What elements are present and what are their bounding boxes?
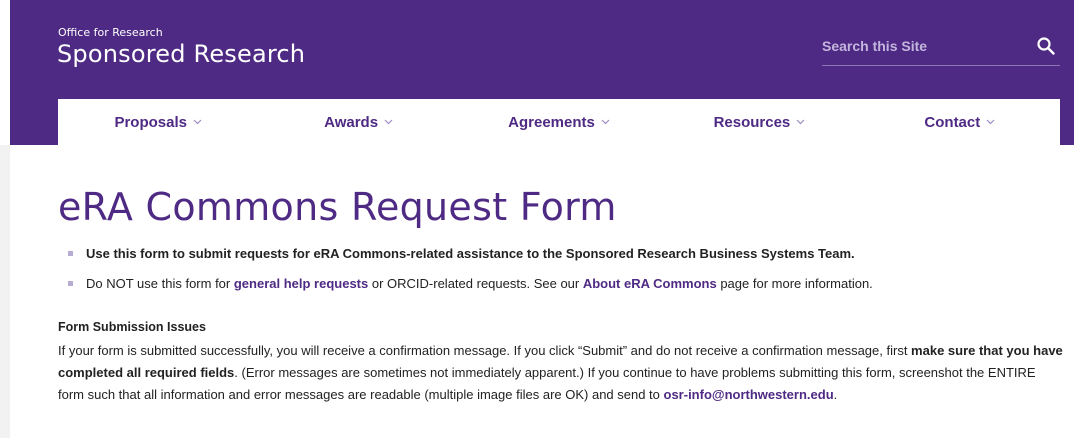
nav-label: Contact — [924, 113, 981, 131]
paragraph-text: . — [833, 387, 838, 402]
bullet-text: or ORCID-related requests. See our — [368, 276, 583, 291]
nav-label: Agreements — [508, 113, 595, 131]
bullet-text: Do NOT use this form for — [86, 276, 234, 291]
search-icon[interactable] — [1036, 36, 1056, 56]
bullet-text: page for more information. — [716, 276, 873, 291]
nav-label: Proposals — [114, 113, 187, 131]
chevron-down-icon — [384, 119, 393, 125]
nav-awards[interactable]: Awards — [258, 99, 458, 145]
site-title[interactable]: Sponsored Research — [57, 40, 305, 68]
section-heading: Form Submission Issues — [58, 320, 206, 334]
office-for-research-label[interactable]: Office for Research — [58, 26, 163, 39]
nav-resources[interactable]: Resources — [659, 99, 859, 145]
chevron-down-icon — [796, 119, 805, 125]
email-link[interactable]: osr-info@northwestern.edu — [664, 387, 834, 402]
search-box[interactable]: Search this Site — [822, 36, 1060, 66]
search-input[interactable]: Search this Site — [822, 38, 927, 54]
chevron-down-icon — [193, 119, 202, 125]
about-era-commons-link[interactable]: About eRA Commons — [583, 276, 717, 291]
nav-agreements[interactable]: Agreements — [459, 99, 659, 145]
general-help-requests-link[interactable]: general help requests — [234, 276, 368, 291]
left-gutter — [0, 145, 10, 438]
list-item: Use this form to submit requests for eRA… — [68, 245, 1068, 275]
nav-label: Awards — [324, 113, 379, 131]
paragraph-text: If your form is submitted successfully, … — [58, 343, 912, 358]
chevron-down-icon — [986, 119, 995, 125]
intro-bullet-list: Use this form to submit requests for eRA… — [68, 245, 1068, 305]
nav-contact[interactable]: Contact — [860, 99, 1060, 145]
nav-proposals[interactable]: Proposals — [58, 99, 258, 145]
form-issues-paragraph: If your form is submitted successfully, … — [58, 340, 1063, 406]
main-navigation: Proposals Awards Agreements Resources Co… — [58, 99, 1060, 145]
nav-label: Resources — [713, 113, 791, 131]
list-item: Do NOT use this form for general help re… — [68, 275, 1068, 305]
chevron-down-icon — [601, 119, 610, 125]
page-title: eRA Commons Request Form — [58, 185, 617, 229]
